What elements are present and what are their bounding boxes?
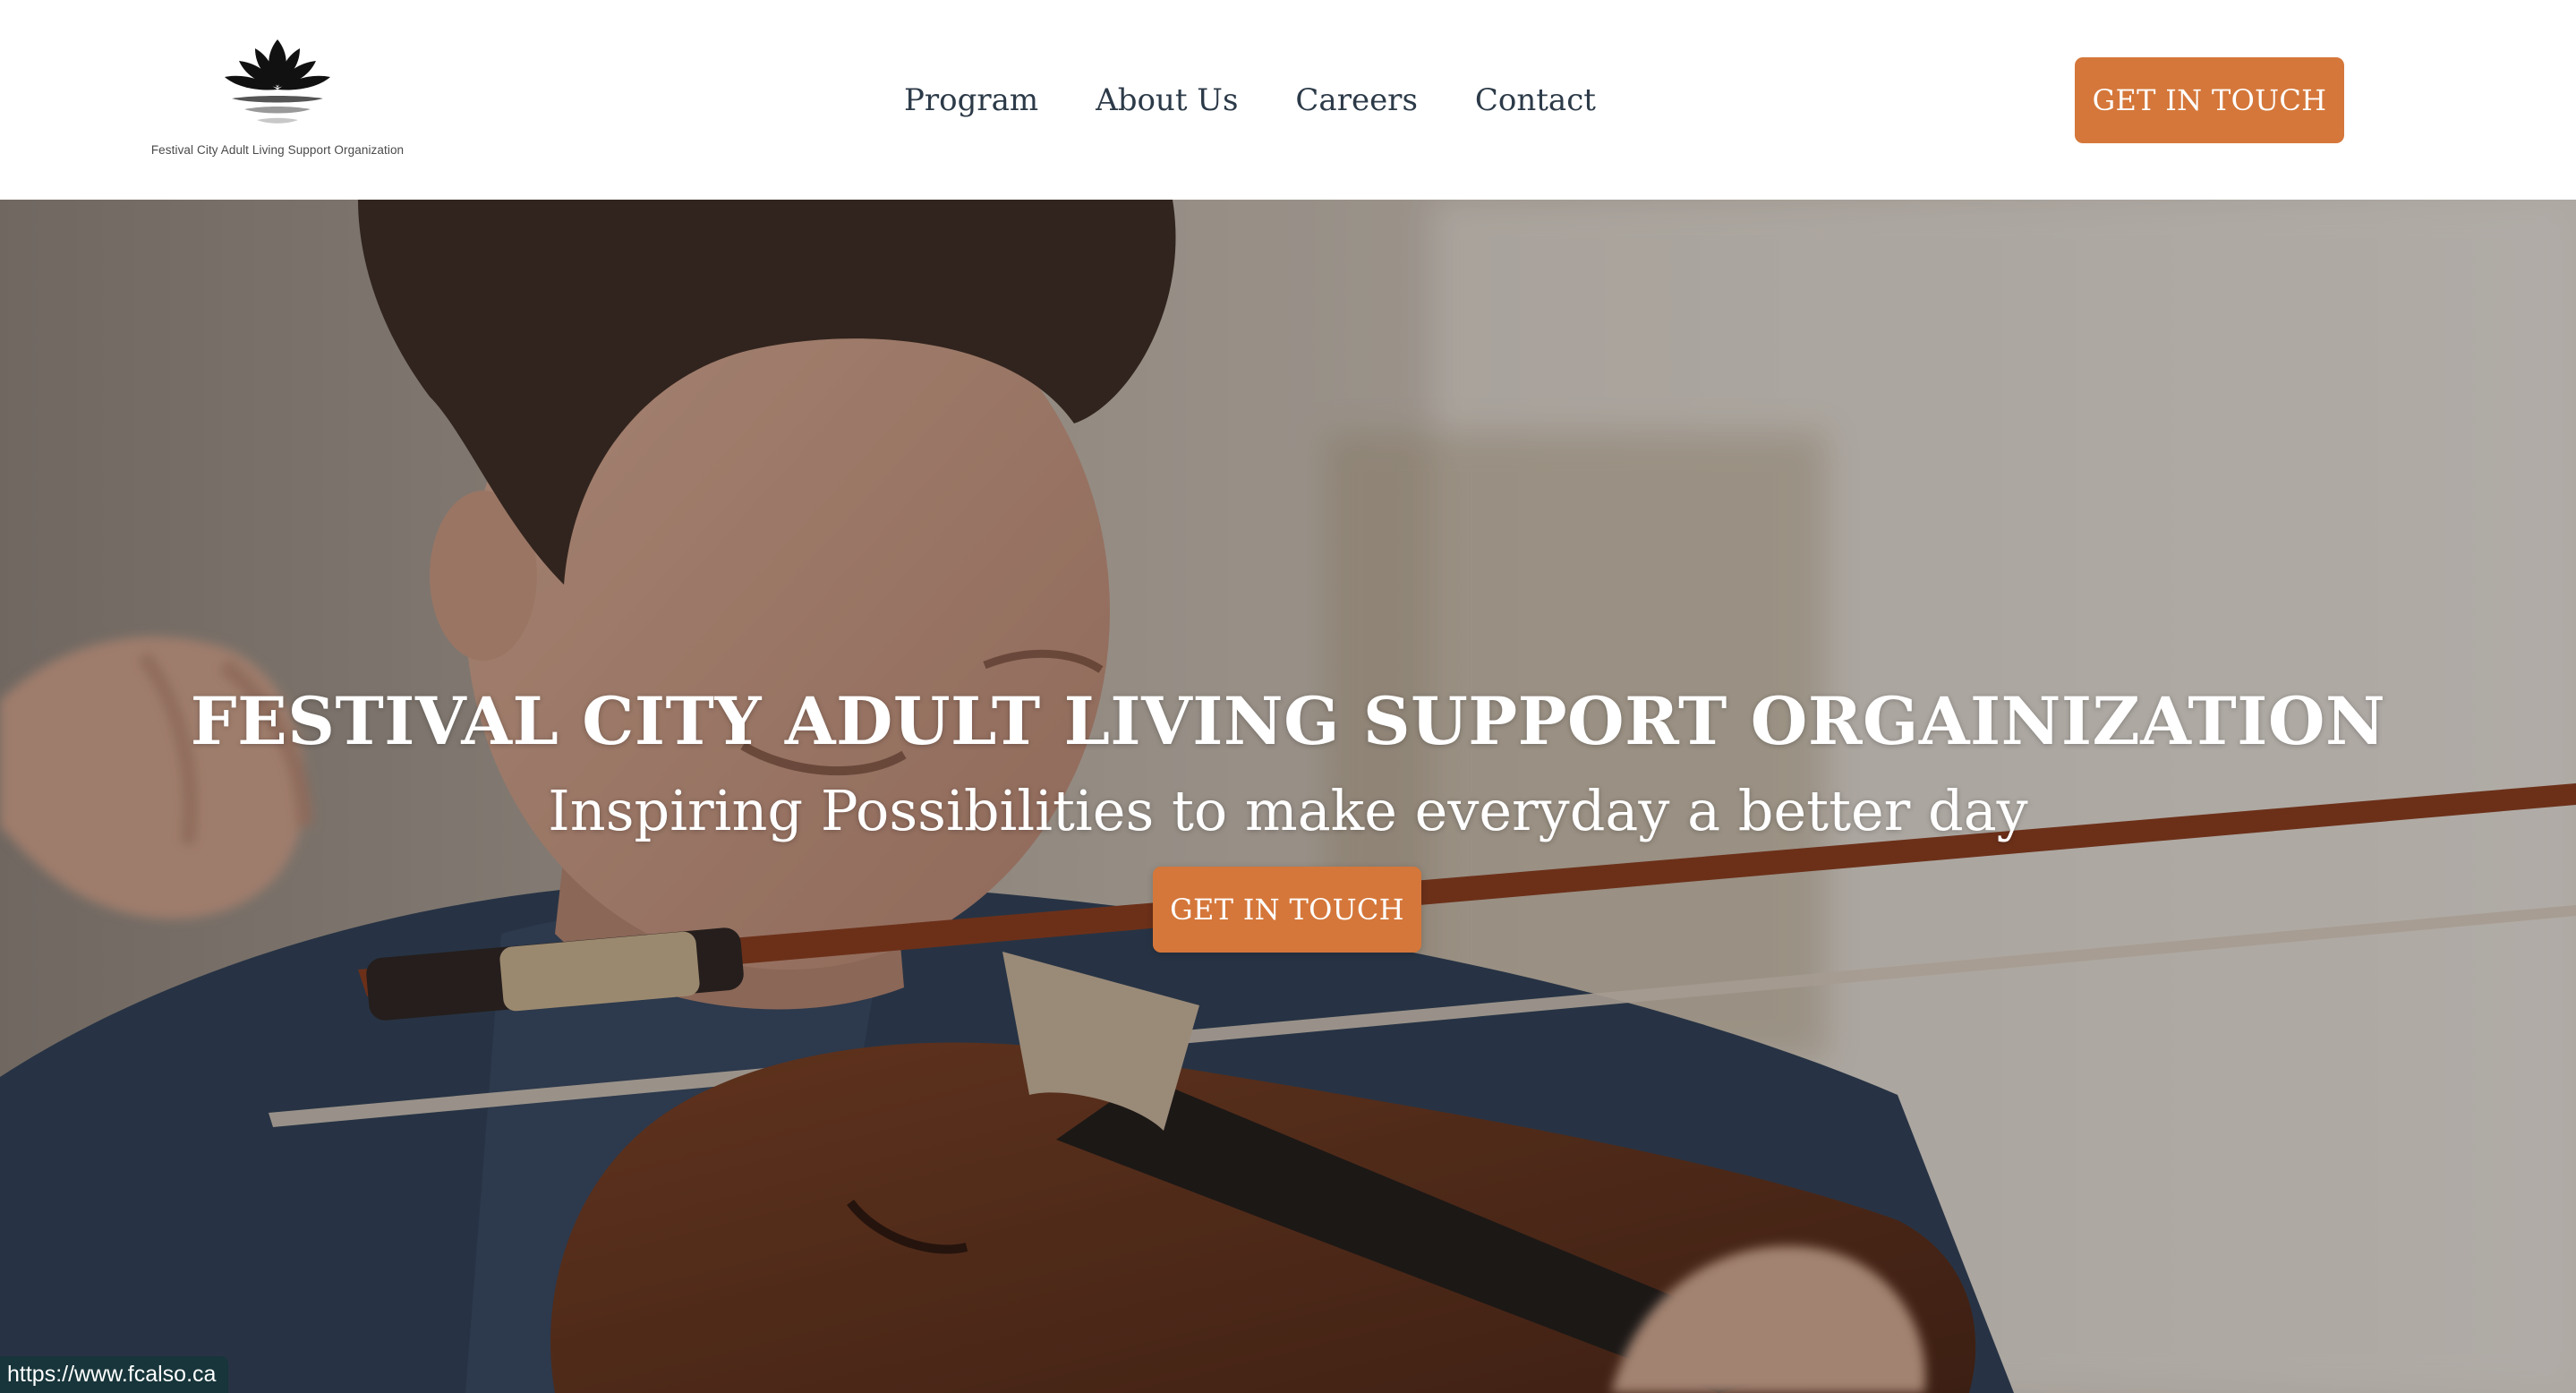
hero-get-in-touch-button[interactable]: GET IN TOUCH xyxy=(1153,867,1421,953)
status-bar-url: https://www.fcalso.ca xyxy=(0,1356,229,1393)
header-get-in-touch-button[interactable]: GET IN TOUCH xyxy=(2075,57,2344,143)
page: Festival City Adult Living Support Organ… xyxy=(0,0,2576,1393)
hero-section: FESTIVAL CITY ADULT LIVING SUPPORT ORGAI… xyxy=(0,200,2576,1393)
nav-about-us[interactable]: About Us xyxy=(1096,82,1238,118)
main-nav: Program About Us Careers Contact xyxy=(904,77,1596,124)
nav-program[interactable]: Program xyxy=(904,82,1038,118)
site-logo[interactable]: Festival City Adult Living Support Organ… xyxy=(134,32,421,167)
logo-text: Festival City Adult Living Support Organ… xyxy=(150,143,405,157)
site-header: Festival City Adult Living Support Organ… xyxy=(0,0,2576,200)
nav-contact[interactable]: Contact xyxy=(1475,82,1596,118)
nav-careers[interactable]: Careers xyxy=(1295,82,1417,118)
hero-subtitle: Inspiring Possibilities to make everyday… xyxy=(548,778,2028,843)
hero-title: FESTIVAL CITY ADULT LIVING SUPPORT ORGAI… xyxy=(190,683,2386,760)
lotus-logo-icon xyxy=(225,39,330,124)
